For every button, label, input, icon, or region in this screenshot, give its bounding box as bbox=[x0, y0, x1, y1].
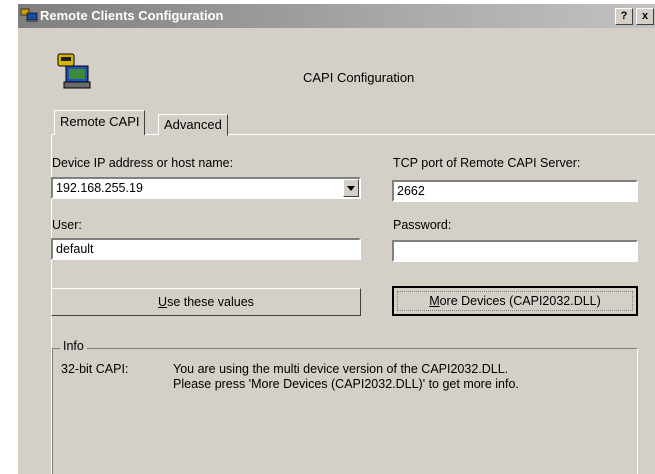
password-field[interactable] bbox=[392, 240, 638, 262]
phone-computer-icon bbox=[20, 8, 38, 22]
more-devices-button[interactable]: More Devices (CAPI2032.DLL) bbox=[392, 286, 638, 316]
window-title: Remote Clients Configuration bbox=[40, 8, 224, 23]
info-line-1: You are using the multi device version o… bbox=[173, 362, 509, 376]
tcp-port-label: TCP port of Remote CAPI Server: bbox=[393, 156, 581, 170]
tab-remote-capi[interactable]: Remote CAPI bbox=[54, 110, 146, 135]
tcp-port-field[interactable]: 2662 bbox=[392, 180, 638, 202]
password-label: Password: bbox=[393, 218, 452, 232]
info-line-2: Please press 'More Devices (CAPI2032.DLL… bbox=[173, 377, 519, 391]
use-values-label: se these values bbox=[167, 295, 254, 309]
user-field[interactable]: default bbox=[51, 238, 361, 260]
page-title: CAPI Configuration bbox=[303, 70, 415, 85]
more-devices-label: ore Devices (CAPI2032.DLL) bbox=[439, 294, 601, 308]
info-legend: Info bbox=[60, 339, 87, 353]
tab-advanced[interactable]: Advanced bbox=[158, 114, 228, 136]
focus-rect: More Devices (CAPI2032.DLL) bbox=[397, 291, 633, 311]
title-bar[interactable]: Remote Clients Configuration ? x bbox=[18, 4, 655, 28]
device-address-value: 192.168.255.19 bbox=[56, 181, 143, 195]
chevron-down-icon bbox=[347, 186, 355, 191]
device-address-label: Device IP address or host name: bbox=[52, 156, 234, 170]
dialog-window: Remote Clients Configuration ? x CAPI Co… bbox=[18, 4, 655, 474]
phone-computer-icon bbox=[57, 53, 91, 89]
use-values-accel: U bbox=[158, 295, 168, 309]
use-these-values-button[interactable]: Use these values bbox=[51, 288, 361, 316]
dropdown-button[interactable] bbox=[343, 179, 359, 197]
help-button[interactable]: ? bbox=[615, 8, 633, 25]
close-button[interactable]: x bbox=[636, 8, 654, 25]
device-address-combobox[interactable]: 192.168.255.19 bbox=[51, 177, 361, 199]
more-devices-accel: M bbox=[429, 294, 440, 308]
info-key: 32-bit CAPI: bbox=[61, 362, 129, 376]
user-label: User: bbox=[52, 218, 82, 232]
